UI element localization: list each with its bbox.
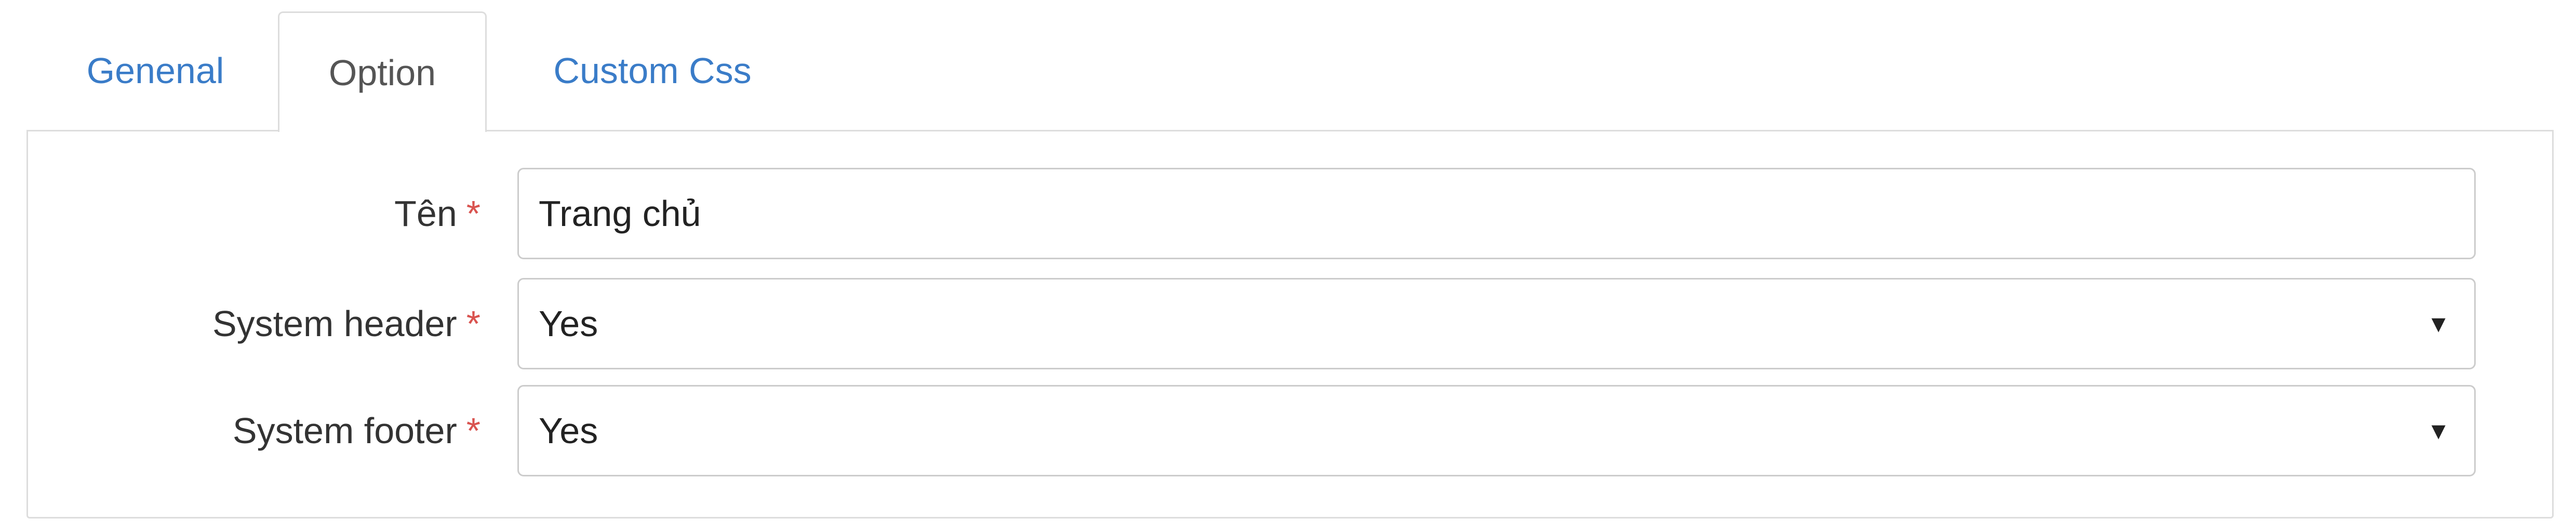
name-input-value: Trang chủ [539, 193, 701, 234]
system-header-label: System header * [212, 278, 481, 369]
system-footer-select[interactable]: Yes ▼ [517, 385, 2476, 476]
system-header-selected-value: Yes [539, 303, 598, 344]
required-marker: * [466, 410, 481, 451]
system-header-select[interactable]: Yes ▼ [517, 278, 2476, 369]
tab-option[interactable]: Option [278, 11, 487, 132]
system-footer-label: System footer * [233, 385, 481, 476]
form-row-name: Tên * Trang chủ [28, 168, 2552, 259]
tab-bar: Genenal Option Custom Css [26, 11, 2554, 132]
system-header-label-text: System header [212, 303, 457, 344]
option-panel: Tên * Trang chủ System header * Yes ▼ Sy… [26, 130, 2554, 518]
system-footer-label-text: System footer [232, 410, 457, 451]
form-row-system-footer: System footer * Yes ▼ [28, 385, 2552, 476]
tab-general[interactable]: Genenal [46, 11, 264, 130]
name-label: Tên * [394, 168, 481, 259]
required-marker: * [466, 303, 481, 344]
system-footer-selected-value: Yes [539, 410, 598, 451]
required-marker: * [466, 193, 481, 234]
caret-down-icon: ▼ [2426, 417, 2450, 444]
tab-custom-css[interactable]: Custom Css [512, 11, 793, 130]
form-row-system-header: System header * Yes ▼ [28, 278, 2552, 369]
name-label-text: Tên [394, 193, 457, 234]
name-input[interactable]: Trang chủ [517, 168, 2476, 259]
caret-down-icon: ▼ [2426, 310, 2450, 337]
